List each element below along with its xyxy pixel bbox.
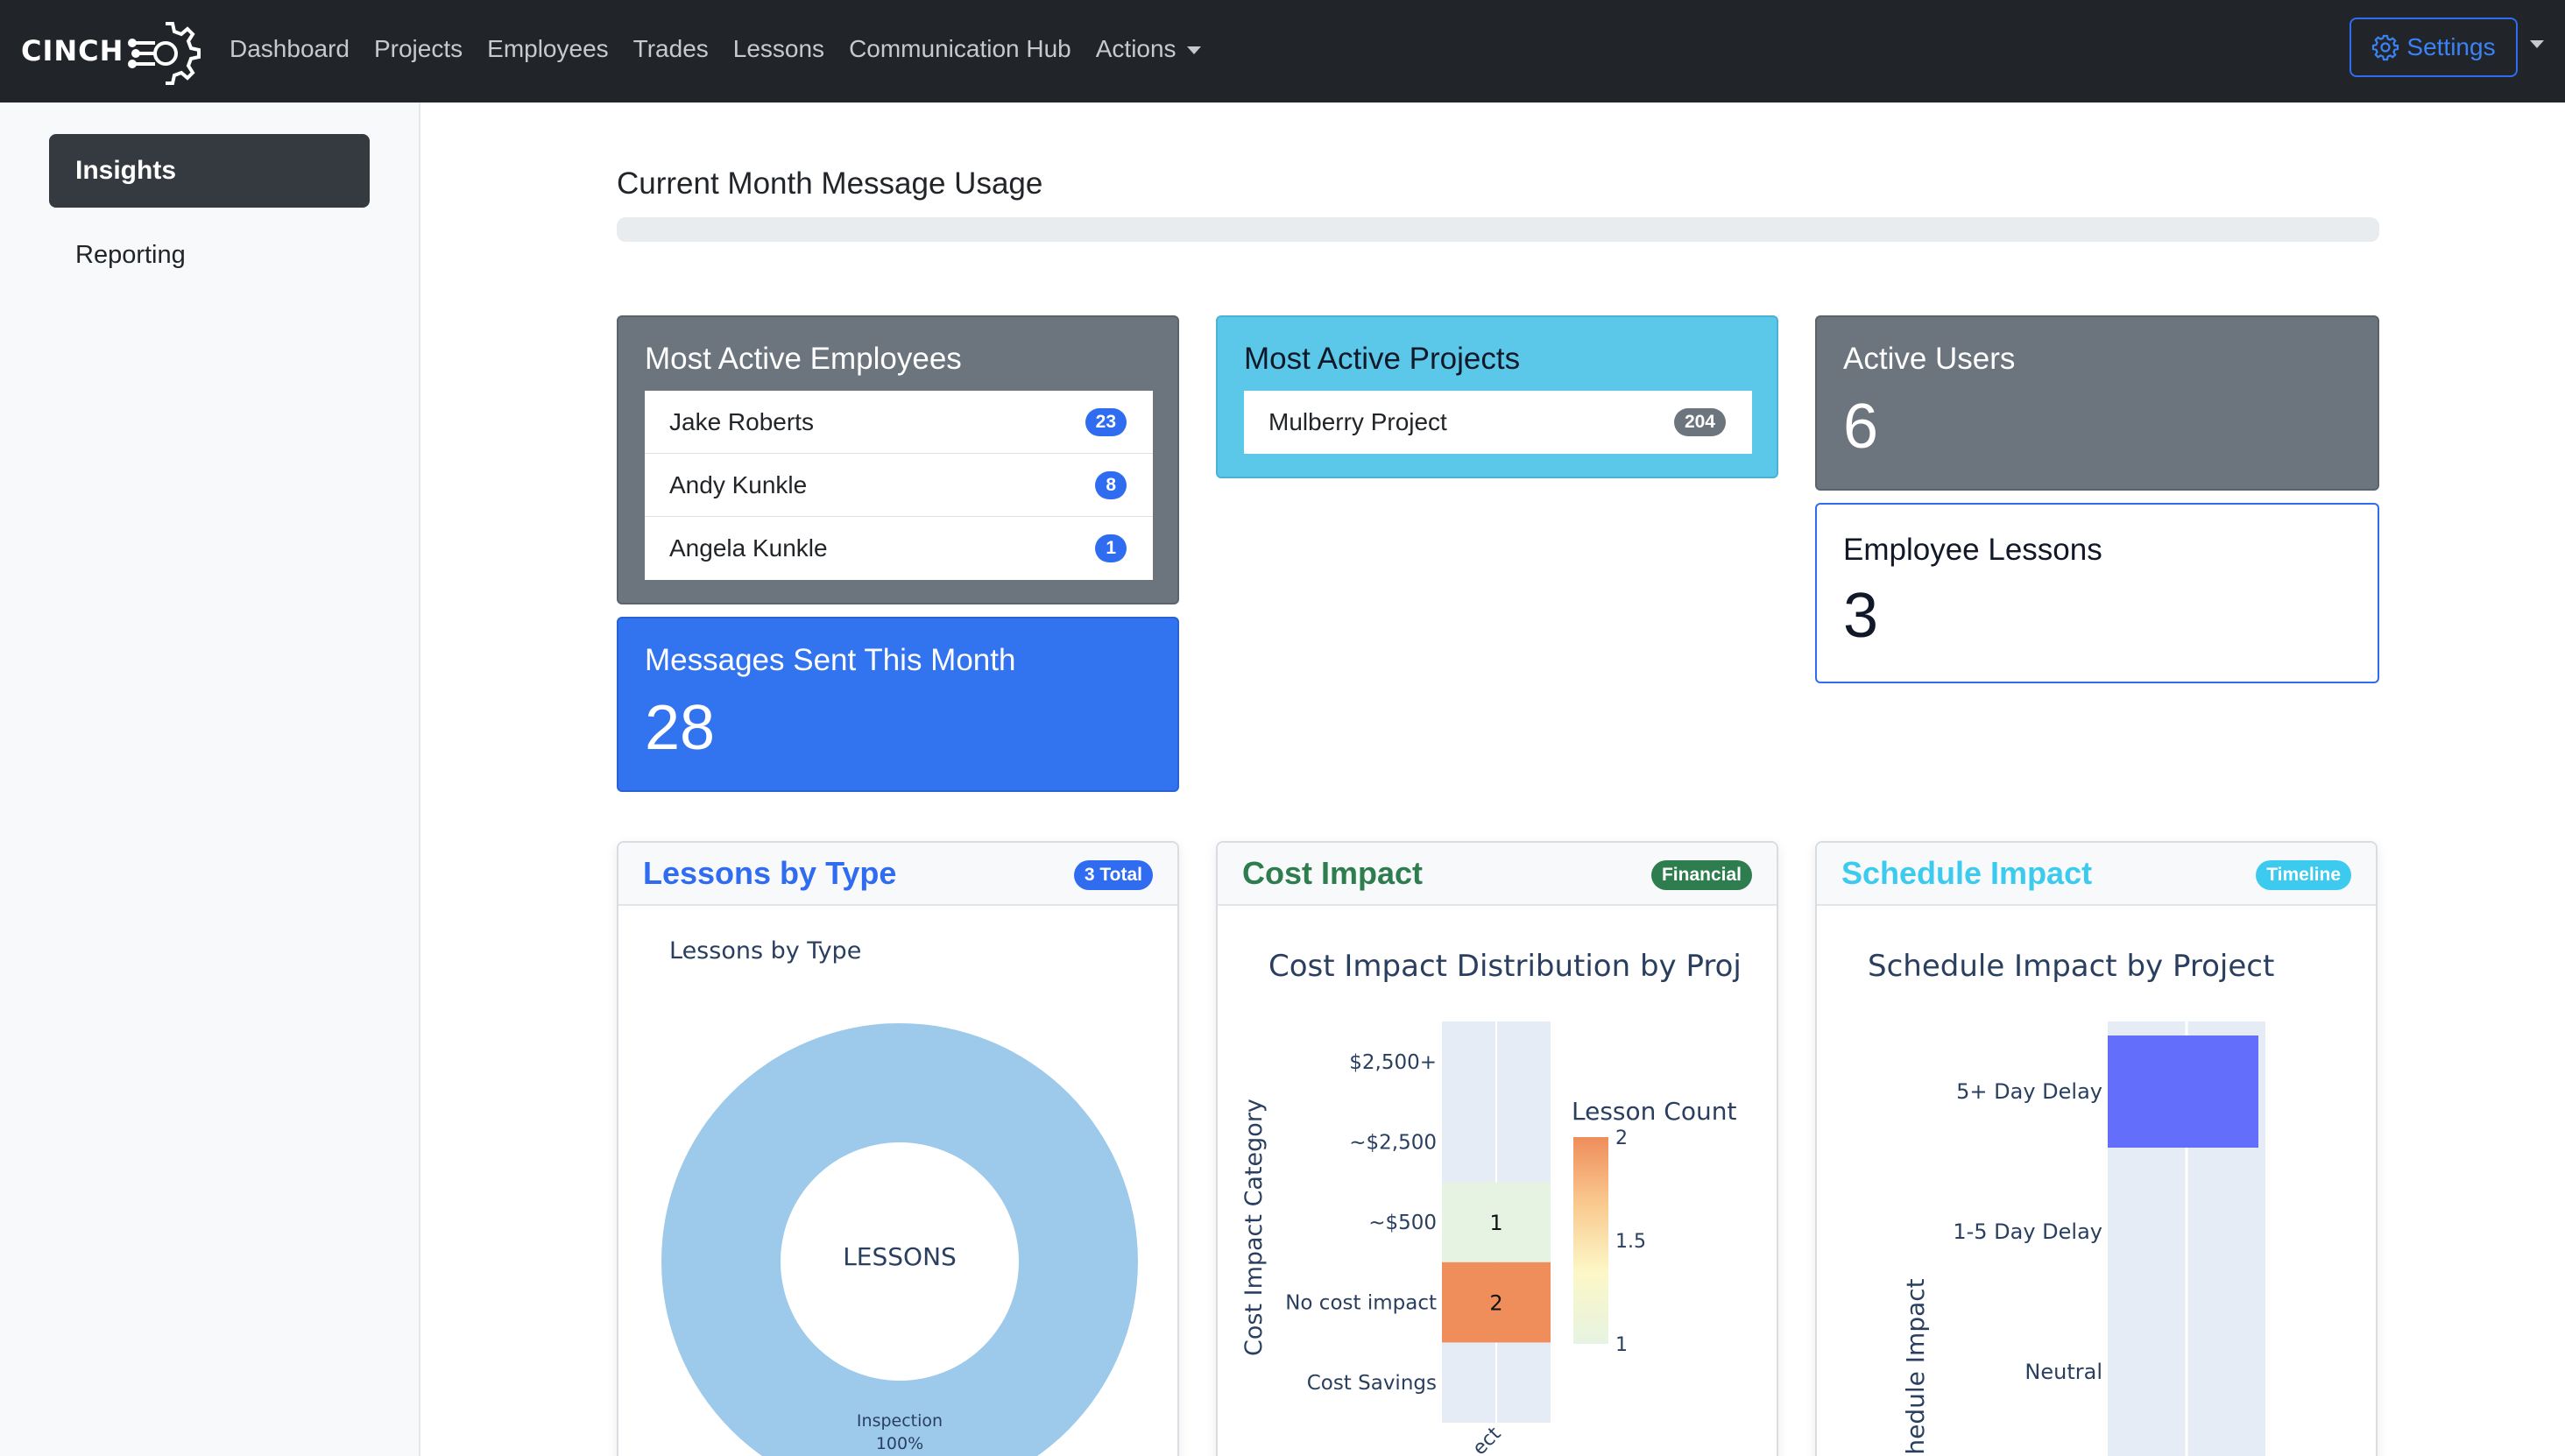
slice-label: Inspection [857,1411,943,1431]
colorbar-tick: 1.5 [1615,1231,1646,1253]
y-tick-label: $2,500+ [1349,1051,1437,1074]
slice-percent: 100% [876,1434,923,1453]
cell-value-label: 1 [1489,1211,1502,1235]
colorbar-title: Lesson Count [1572,1097,1736,1126]
nav-actions-label: Actions [1095,35,1177,62]
employee-lessons-card: Employee Lessons 3 [1815,503,2379,683]
y-tick-label: ~$2,500 [1349,1131,1437,1154]
chart-title: Lessons by Type [669,937,861,965]
settings-button[interactable]: Settings [2349,18,2518,77]
sidebar: Insights Reporting [0,102,420,1456]
user-menu-caret-icon[interactable] [2530,40,2544,48]
most-active-projects-card: Most Active Projects Mulberry Project 20… [1216,315,1778,478]
nav-actions-dropdown[interactable]: Actions [1096,32,1201,67]
employee-lessons-value: 3 [1843,581,1879,651]
brand-name: CINCH [21,34,124,67]
nav-projects[interactable]: Projects [374,32,463,67]
chevron-down-icon [1186,46,1201,55]
y-tick-label: Neutral [2024,1360,2102,1384]
y-tick-label: Cost Savings [1307,1372,1437,1395]
lessons-by-type-card: Lessons by Type 3 Total Lessons by Type … [617,841,1179,1456]
employee-name: Angela Kunkle [669,534,828,562]
employee-list: Jake Roberts 23 Andy Kunkle 8 Angela Kun… [645,391,1153,580]
employee-name: Jake Roberts [669,408,814,435]
list-item[interactable]: Angela Kunkle 1 [645,517,1153,580]
y-tick-label: 5+ Day Delay [1956,1079,2102,1104]
card-title: Active Users [1843,342,2016,376]
settings-label: Settings [2406,33,2496,60]
brand-gear-icon [128,22,201,85]
y-tick-label: 1-5 Day Delay [1953,1219,2102,1244]
nav-trades[interactable]: Trades [633,32,709,67]
list-item[interactable]: Andy Kunkle 8 [645,454,1153,517]
list-item[interactable]: Jake Roberts 23 [645,391,1153,454]
count-badge: 23 [1085,408,1127,436]
cell-value-label: 2 [1489,1291,1502,1316]
count-badge: 204 [1673,408,1726,436]
message-usage-progress [617,217,2379,242]
nav-dashboard[interactable]: Dashboard [230,32,350,67]
colorbar-tick: 1 [1615,1334,1628,1356]
nav-lessons[interactable]: Lessons [733,32,824,67]
top-navbar: CINCH Dashboard Projects Employees Trade… [0,0,2565,102]
most-active-employees-card: Most Active Employees Jake Roberts 23 An… [617,315,1179,604]
nav-links: Dashboard Projects Employees Trades Less… [230,32,1201,67]
nav-employees[interactable]: Employees [487,32,609,67]
colorbar [1573,1137,1608,1344]
employee-name: Andy Kunkle [669,471,808,498]
active-users-value: 6 [1843,392,1879,462]
lessons-by-type-chart: Lessons by Type LESSONS Inspection 100% [661,937,1138,1456]
messages-sent-card: Messages Sent This Month 28 [617,617,1179,792]
x-tick-label: ect [1469,1423,1506,1456]
colorbar-tick: 2 [1615,1127,1628,1149]
donut-center-label: LESSONS [843,1242,957,1271]
y-tick-label: ~$500 [1368,1212,1437,1234]
chart-title: Cost Impact Distribution by Proj [1268,949,1742,984]
card-title: Employee Lessons [1843,533,2102,567]
schedule-impact-card: Schedule Impact Timeline Schedule Impact… [1815,841,2378,1456]
sidebar-item-reporting[interactable]: Reporting [75,241,186,270]
bar [2108,1035,2258,1148]
y-axis-title: Cost Impact Category [1240,1099,1268,1356]
project-name: Mulberry Project [1268,408,1447,435]
message-usage-title: Current Month Message Usage [617,166,1043,201]
card-title: Messages Sent This Month [645,643,1016,677]
sidebar-item-insights[interactable]: Insights [49,134,370,208]
messages-sent-value: 28 [645,693,716,763]
y-axis-title: chedule Impact [1901,1278,1930,1456]
active-users-card: Active Users 6 [1815,315,2379,491]
count-badge: 8 [1095,471,1127,499]
pie-slice [661,1023,1138,1456]
list-item[interactable]: Mulberry Project 204 [1244,391,1752,454]
nav-communication-hub[interactable]: Communication Hub [849,32,1071,67]
project-list: Mulberry Project 204 [1244,391,1752,454]
cost-impact-card: Cost Impact Financial Cost Impact Distri… [1216,841,1778,1456]
schedule-impact-chart: Schedule Impact by Project 5+ Day Delay 1… [1868,949,2274,1456]
count-badge: 1 [1095,534,1127,562]
chart-title: Schedule Impact by Project [1868,949,2274,984]
y-tick-label: No cost impact [1285,1292,1437,1315]
card-title: Most Active Projects [1244,342,1521,376]
card-title: Most Active Employees [645,342,962,376]
cost-impact-heatmap: Cost Impact Distribution by Proj 1 2 $2,5… [1240,949,1742,1456]
gear-icon [2372,34,2399,61]
brand-logo[interactable]: CINCH [21,16,202,86]
